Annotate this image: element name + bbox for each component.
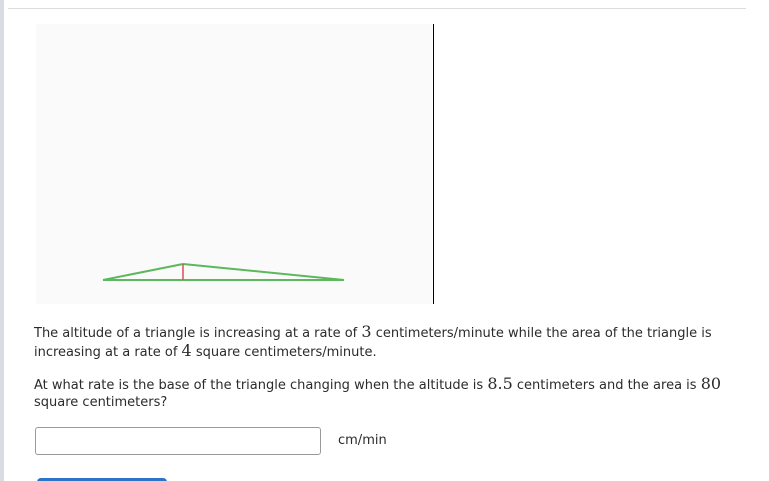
problem-statement: The altitude of a triangle is increasing… [34, 323, 734, 361]
statement-text-1: The altitude of a triangle is increasing… [34, 326, 362, 341]
altitude-value: 8.5 [487, 374, 513, 393]
triangle-right-side [182, 263, 345, 281]
figure-divider [433, 24, 434, 304]
area-value: 80 [700, 374, 722, 393]
triangle-figure [36, 24, 432, 304]
triangle-diagram [102, 263, 345, 281]
statement-text-3: square centimeters/minute. [191, 345, 377, 360]
question-text-2: centimeters and the area is [512, 378, 701, 393]
problem-question: At what rate is the base of the triangle… [34, 375, 734, 411]
question-text-1: At what rate is the base of the triangle… [34, 378, 488, 393]
answer-input[interactable] [35, 427, 321, 455]
triangle-left-side [102, 263, 184, 281]
answer-unit-label: cm/min [338, 433, 387, 448]
left-rail [0, 0, 4, 481]
question-text-3: square centimeters? [34, 395, 168, 410]
altitude-rate-value: 3 [361, 322, 372, 341]
area-rate-value: 4 [181, 341, 192, 360]
problem-page: The altitude of a triangle is increasing… [0, 0, 769, 481]
top-divider [8, 8, 746, 9]
